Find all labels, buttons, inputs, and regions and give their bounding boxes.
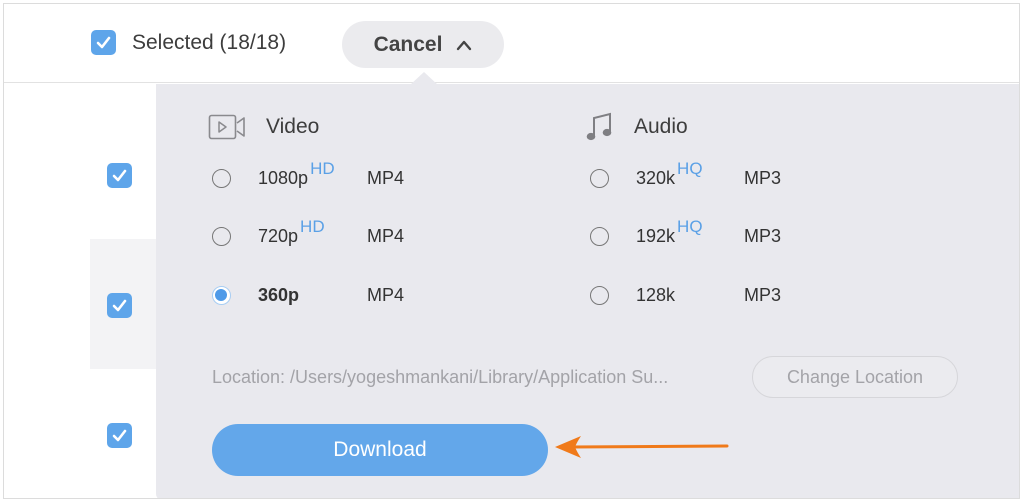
quality-label: 360p bbox=[258, 284, 300, 305]
hq-badge: HQ bbox=[677, 216, 703, 236]
checkmark-icon bbox=[112, 429, 127, 442]
video-section-header: Video bbox=[208, 114, 319, 140]
hd-badge: HD bbox=[300, 216, 325, 236]
quality-label: 1080p bbox=[258, 167, 309, 188]
location-path: Location: /Users/yogeshmankani/Library/A… bbox=[212, 367, 669, 387]
format-label: MP3 bbox=[744, 167, 782, 188]
item-list bbox=[4, 84, 156, 498]
app-window: Selected (18/18) Cancel Video Audio 1080… bbox=[3, 3, 1020, 499]
format-label: MP3 bbox=[744, 225, 782, 246]
select-all-checkbox[interactable] bbox=[91, 30, 116, 55]
row-checkbox[interactable] bbox=[107, 293, 132, 318]
cancel-button[interactable]: Cancel bbox=[342, 21, 504, 68]
radio-button[interactable] bbox=[212, 226, 231, 246]
radio-button[interactable] bbox=[590, 285, 609, 305]
download-button[interactable]: Download bbox=[212, 424, 548, 476]
audio-option-192k[interactable]: 192k HQ MP3 bbox=[590, 217, 890, 251]
checkmark-icon bbox=[112, 299, 127, 312]
checkmark-icon bbox=[96, 36, 111, 49]
video-camera-icon bbox=[208, 114, 245, 140]
quality-label: 128k bbox=[636, 284, 676, 305]
radio-button[interactable] bbox=[590, 168, 609, 188]
checkmark-icon bbox=[112, 169, 127, 182]
video-option-360p[interactable]: 360p MP4 bbox=[212, 280, 512, 310]
format-label: MP4 bbox=[367, 284, 405, 305]
radio-button[interactable] bbox=[212, 168, 231, 188]
hd-badge: HD bbox=[310, 158, 335, 178]
cancel-label: Cancel bbox=[373, 32, 443, 56]
chevron-up-icon bbox=[457, 40, 472, 50]
music-note-icon bbox=[586, 112, 612, 141]
audio-section-title: Audio bbox=[634, 115, 688, 138]
selection-toolbar: Selected (18/18) Cancel bbox=[4, 4, 1019, 83]
selected-count-label: Selected (18/18) bbox=[132, 31, 287, 54]
audio-option-128k[interactable]: 128k MP3 bbox=[590, 280, 890, 310]
quality-label: 320k bbox=[636, 167, 676, 188]
download-options-panel: Video Audio 1080p HD MP4 720p HD MP4 360p … bbox=[156, 84, 1019, 498]
change-location-button[interactable]: Change Location bbox=[752, 356, 958, 398]
audio-section-header: Audio bbox=[586, 112, 688, 142]
video-section-title: Video bbox=[266, 115, 320, 138]
quality-label: 720p bbox=[258, 225, 299, 246]
format-label: MP3 bbox=[744, 284, 782, 305]
radio-button[interactable] bbox=[590, 226, 609, 246]
video-option-720p[interactable]: 720p HD MP4 bbox=[212, 217, 512, 251]
audio-option-320k[interactable]: 320k HQ MP3 bbox=[590, 159, 890, 193]
row-checkbox[interactable] bbox=[107, 163, 132, 188]
annotation-arrow-icon bbox=[555, 436, 729, 458]
hq-badge: HQ bbox=[677, 158, 703, 178]
row-checkbox[interactable] bbox=[107, 423, 132, 448]
format-label: MP4 bbox=[367, 167, 405, 188]
video-option-1080p[interactable]: 1080p HD MP4 bbox=[212, 159, 512, 193]
radio-button-selected[interactable] bbox=[212, 285, 231, 305]
format-label: MP4 bbox=[367, 225, 405, 246]
quality-label: 192k bbox=[636, 225, 676, 246]
